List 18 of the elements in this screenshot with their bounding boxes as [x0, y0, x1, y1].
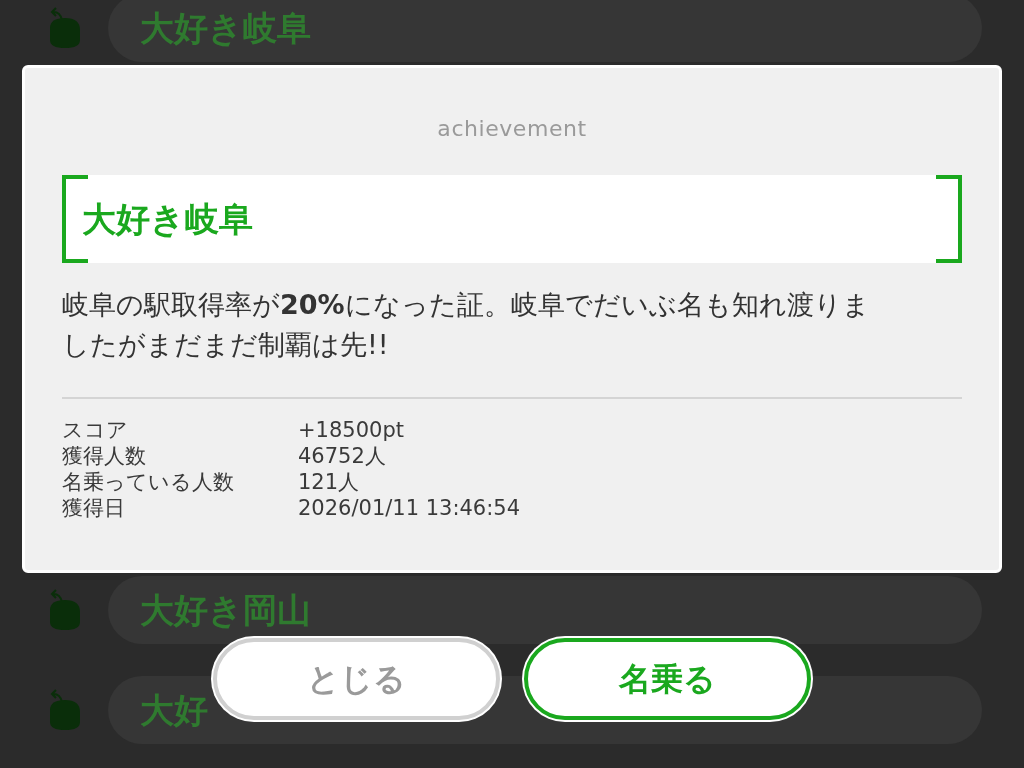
- stat-label: スコア: [62, 417, 129, 443]
- stat-value: +18500pt: [298, 417, 405, 443]
- list-item-title: 大好: [140, 688, 208, 732]
- achievement-description: 岐阜の駅取得率が20%になった証。岐阜でだいぶ名も知れ渡りましたがまだまだ制覇は先!!: [62, 288, 871, 362]
- achievement-name: 大好き岐阜: [82, 197, 253, 241]
- stat-label: 獲得人数: [62, 443, 147, 469]
- list-item-bubble[interactable]: 大好き岐阜: [108, 0, 982, 62]
- stat-label: 獲得日: [62, 495, 126, 521]
- close-button[interactable]: とじる: [213, 638, 500, 720]
- list-item-title: 大好き岐阜: [140, 6, 311, 50]
- list-item-title: 大好き岡山: [140, 588, 311, 632]
- claim-button[interactable]: 名乗る: [524, 638, 811, 720]
- stat-value: 46752人: [298, 443, 387, 469]
- stat-value: 2026/01/11 13:46:54: [298, 495, 522, 521]
- dialog-heading: achievement: [436, 115, 588, 143]
- stat-value: 121人: [298, 469, 361, 495]
- list-item-bubble[interactable]: 大好き岡山: [108, 576, 982, 644]
- stat-label: 名乗っている人数: [62, 469, 235, 495]
